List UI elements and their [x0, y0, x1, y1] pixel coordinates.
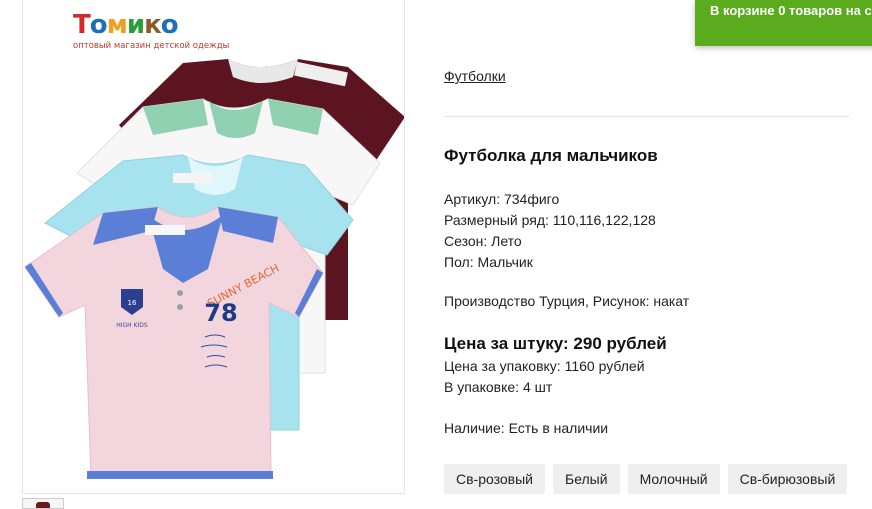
- photo-thumbnail[interactable]: [22, 498, 64, 509]
- svg-text:HIGH KIDS: HIGH KIDS: [116, 322, 148, 329]
- divider: [444, 116, 849, 117]
- price-per-pack: Цена за упаковку: 1160 рублей: [444, 358, 645, 374]
- color-option-light-pink[interactable]: Св-розовый: [444, 464, 545, 494]
- cart-prefix: В корзине: [710, 3, 775, 18]
- product-photo[interactable]: Томико оптовый магазин детской одежды 16…: [22, 0, 405, 494]
- svg-text:16: 16: [128, 299, 137, 307]
- stock-status: Наличие: Есть в наличии: [444, 420, 609, 436]
- prop-gender: Пол: Мальчик: [444, 254, 533, 270]
- cart-count: 0 товаров: [778, 3, 843, 18]
- prop-article: Артикул: 734фиго: [444, 191, 560, 207]
- product-properties: Артикул: 734фиго Размерный ряд: 110,116,…: [444, 189, 656, 273]
- print-number: 78: [204, 299, 237, 327]
- tshirts-illustration: 16 HIGH KIDS SUNNY BEACH 78: [24, 59, 404, 479]
- logo-wordmark: Томико: [73, 10, 179, 40]
- pack-size: В упаковке: 4 шт: [444, 379, 553, 395]
- prop-sizes: Размерный ряд: 110,116,122,128: [444, 212, 656, 228]
- pack-pricing: Цена за упаковку: 1160 рублей В упаковке…: [444, 356, 645, 398]
- color-option-white[interactable]: Белый: [553, 464, 620, 494]
- cart-status-banner[interactable]: В корзине 0 товаров на су: [695, 0, 872, 46]
- price-per-item: Цена за штуку: 290 рублей: [444, 334, 667, 353]
- production-info: Производство Турция, Рисунок: накат: [444, 293, 690, 309]
- site-logo[interactable]: Томико оптовый магазин детской одежды: [73, 10, 229, 51]
- breadcrumb-category-link[interactable]: Футболки: [444, 68, 506, 84]
- thumbnail-shirt-icon: [36, 502, 50, 508]
- color-option-milk[interactable]: Молочный: [627, 464, 720, 494]
- color-options: Св-розовый Белый Молочный Св-бирюзовый: [444, 464, 848, 494]
- logo-tagline: оптовый магазин детской одежды: [73, 41, 230, 51]
- product-title: Футболка для мальчиков: [444, 146, 658, 165]
- cart-suffix: на су: [845, 3, 872, 18]
- color-option-light-turquoise[interactable]: Св-бирюзовый: [727, 464, 848, 494]
- prop-season: Сезон: Лето: [444, 233, 522, 249]
